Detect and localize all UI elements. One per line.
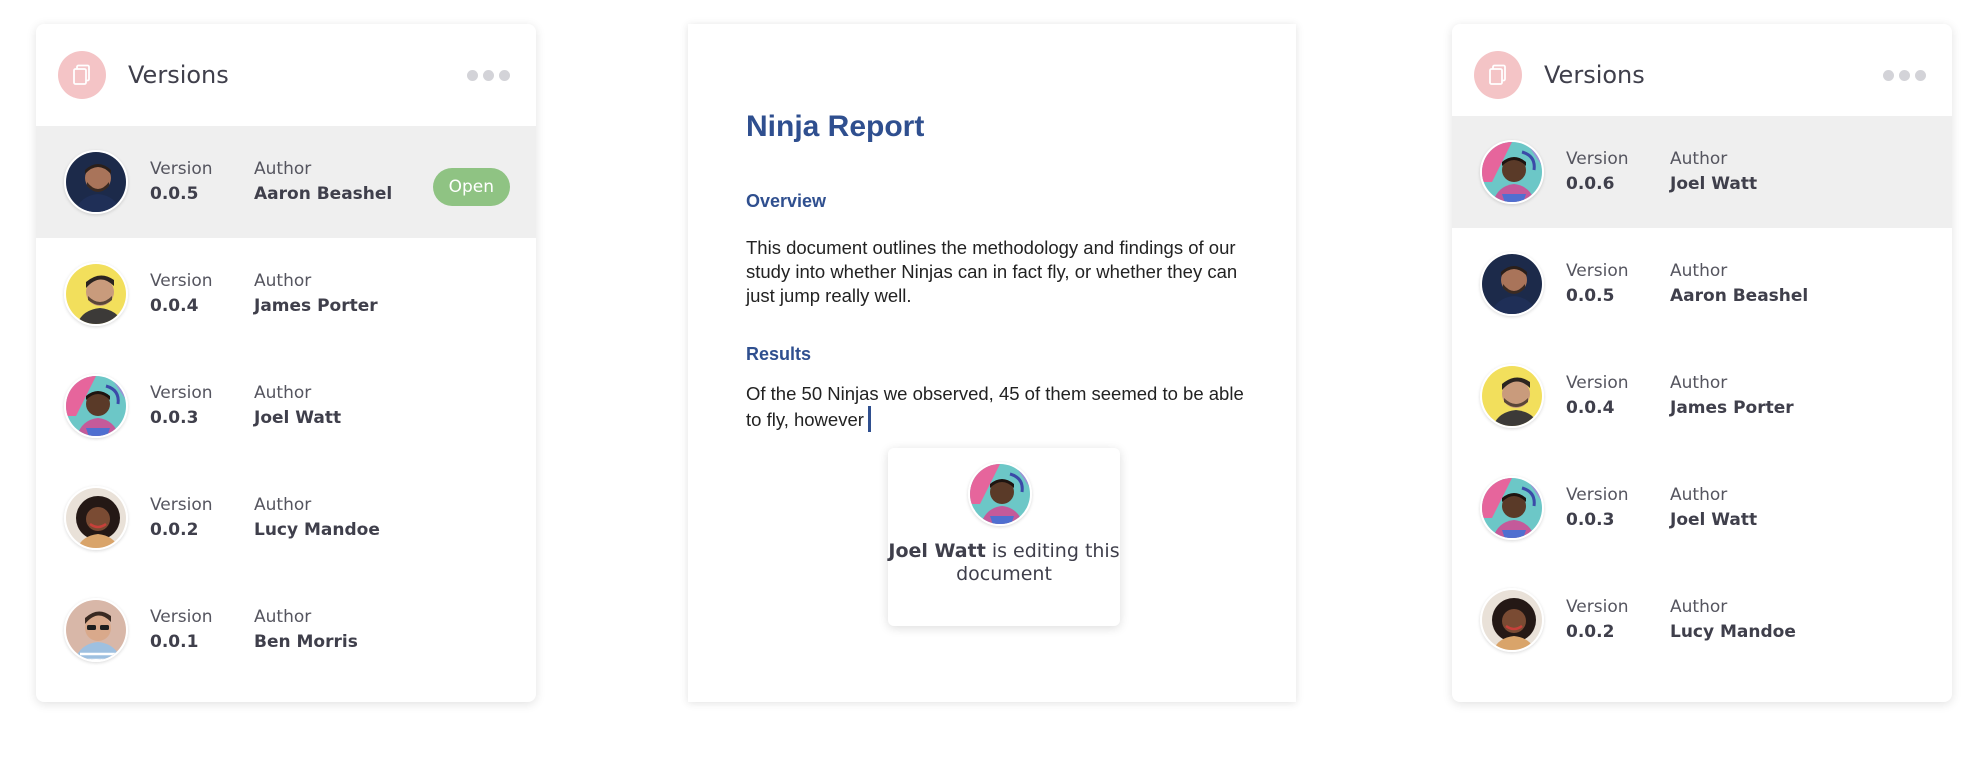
more-dots-icon[interactable] bbox=[1881, 62, 1928, 89]
overview-heading: Overview bbox=[746, 191, 827, 211]
version-label: Version bbox=[1566, 261, 1629, 281]
author-label: Author bbox=[254, 383, 312, 403]
author-label: Author bbox=[1670, 261, 1728, 281]
author-name: Aaron Beashel bbox=[254, 184, 393, 204]
version-row[interactable]: Version 0.0.5 Author Aaron Beashel bbox=[1452, 228, 1952, 340]
author-label: Author bbox=[254, 271, 312, 291]
author-name: James Porter bbox=[1670, 398, 1794, 418]
avatar bbox=[64, 598, 128, 662]
version-row[interactable]: Version 0.0.1 Author Ben Morris bbox=[36, 574, 536, 686]
author-name: Ben Morris bbox=[254, 632, 358, 652]
author-name: Joel Watt bbox=[1670, 174, 1758, 194]
author-label: Author bbox=[254, 607, 312, 627]
version-row[interactable]: Version 0.0.2 Author Lucy Mandoe bbox=[1452, 564, 1952, 676]
avatar bbox=[1480, 140, 1544, 204]
avatar bbox=[1480, 364, 1544, 428]
author-label: Author bbox=[254, 495, 312, 515]
version-row[interactable]: Version 0.0.3 Author Joel Watt bbox=[36, 350, 536, 462]
avatar bbox=[1480, 588, 1544, 652]
document-icon bbox=[58, 51, 106, 99]
editor-name: Joel Watt bbox=[888, 540, 986, 562]
version-number: 0.0.3 bbox=[150, 408, 199, 428]
version-number: 0.0.2 bbox=[1566, 622, 1615, 642]
avatar bbox=[1480, 252, 1544, 316]
author-name: Aaron Beashel bbox=[1670, 286, 1809, 306]
document-title: Ninja Report bbox=[746, 110, 925, 143]
author-name: Joel Watt bbox=[1670, 510, 1758, 530]
results-text: Of the 50 Ninjas we observed, 45 of them… bbox=[746, 383, 1244, 430]
author-label: Author bbox=[1670, 597, 1728, 617]
overview-text[interactable]: This document outlines the methodology a… bbox=[746, 236, 1246, 308]
version-label: Version bbox=[150, 607, 213, 627]
panel-title: Versions bbox=[1544, 61, 1645, 89]
version-label: Version bbox=[150, 159, 213, 179]
version-number: 0.0.3 bbox=[1566, 510, 1615, 530]
version-row[interactable]: Version 0.0.6 Author Joel Watt bbox=[1452, 116, 1952, 228]
version-row[interactable]: Version 0.0.5 Author Aaron Beashel Open bbox=[36, 126, 536, 238]
version-label: Version bbox=[150, 383, 213, 403]
author-name: Lucy Mandoe bbox=[1670, 622, 1796, 642]
avatar bbox=[64, 486, 128, 550]
document-page[interactable]: Ninja Report Overview This document outl… bbox=[688, 24, 1296, 702]
version-label: Version bbox=[150, 271, 213, 291]
avatar bbox=[64, 150, 128, 214]
version-label: Version bbox=[1566, 373, 1629, 393]
version-number: 0.0.5 bbox=[150, 184, 199, 204]
author-name: Joel Watt bbox=[254, 408, 342, 428]
panel-title: Versions bbox=[128, 61, 229, 89]
version-number: 0.0.5 bbox=[1566, 286, 1615, 306]
version-label: Version bbox=[150, 495, 213, 515]
version-number: 0.0.6 bbox=[1566, 174, 1615, 194]
version-row[interactable]: Version 0.0.4 Author James Porter bbox=[1452, 340, 1952, 452]
version-number: 0.0.4 bbox=[150, 296, 199, 316]
panel-header: Versions bbox=[1452, 24, 1952, 126]
avatar bbox=[1480, 476, 1544, 540]
author-name: James Porter bbox=[254, 296, 378, 316]
editing-notice: Joel Watt is editing this document bbox=[888, 448, 1120, 626]
avatar bbox=[64, 374, 128, 438]
author-name: Lucy Mandoe bbox=[254, 520, 380, 540]
version-row[interactable]: Version 0.0.4 Author James Porter bbox=[36, 238, 536, 350]
version-number: 0.0.4 bbox=[1566, 398, 1615, 418]
avatar bbox=[64, 262, 128, 326]
author-label: Author bbox=[1670, 373, 1728, 393]
version-row[interactable]: Version 0.0.3 Author Joel Watt bbox=[1452, 452, 1952, 564]
panel-header: Versions bbox=[36, 24, 536, 126]
editor-avatar bbox=[968, 462, 1032, 526]
version-label: Version bbox=[1566, 597, 1629, 617]
editing-text: Joel Watt is editing this document bbox=[888, 540, 1120, 586]
results-paragraph[interactable]: Of the 50 Ninjas we observed, 45 of them… bbox=[746, 382, 1246, 432]
more-dots-icon[interactable] bbox=[465, 62, 512, 89]
author-label: Author bbox=[1670, 485, 1728, 505]
results-heading: Results bbox=[746, 344, 812, 364]
version-label: Version bbox=[1566, 485, 1629, 505]
versions-panel-left: Versions Version 0.0.5 Author Aaron Beas… bbox=[36, 24, 536, 702]
open-button[interactable]: Open bbox=[432, 168, 510, 206]
author-label: Author bbox=[1670, 149, 1728, 169]
version-row[interactable]: Version 0.0.2 Author Lucy Mandoe bbox=[36, 462, 536, 574]
text-cursor bbox=[867, 406, 871, 432]
author-label: Author bbox=[254, 159, 312, 179]
version-number: 0.0.1 bbox=[150, 632, 199, 652]
document-icon bbox=[1474, 51, 1522, 99]
version-number: 0.0.2 bbox=[150, 520, 199, 540]
version-label: Version bbox=[1566, 149, 1629, 169]
versions-panel-right: Versions Version 0.0.6 Author Joel Watt … bbox=[1452, 24, 1952, 702]
